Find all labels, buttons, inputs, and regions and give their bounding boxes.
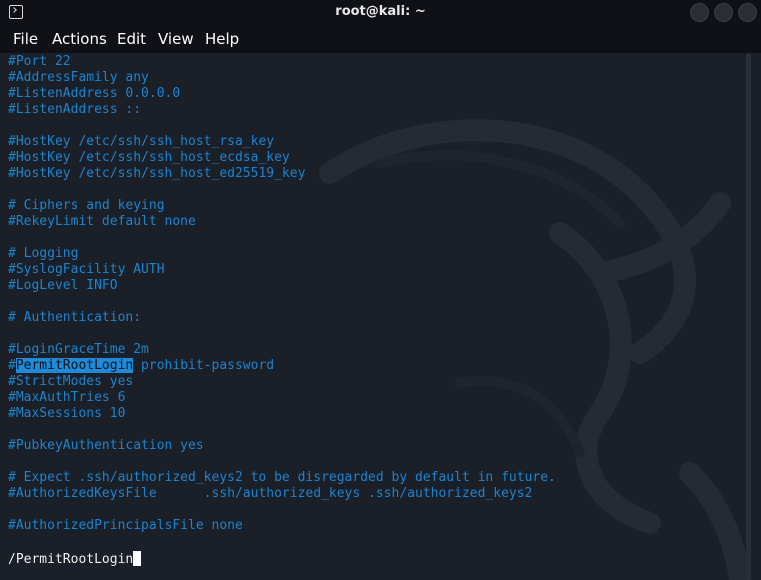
command-text: /PermitRootLogin — [8, 552, 134, 567]
terminal-line: #SyslogFacility AUTH — [8, 262, 165, 277]
line-suffix: prohibit-password — [133, 358, 275, 373]
scrollbar[interactable] — [746, 53, 751, 580]
terminal-line: #ListenAddress :: — [8, 102, 142, 117]
text-cursor — [133, 551, 142, 566]
terminal-line: #LogLevel INFO — [8, 278, 118, 293]
terminal-line: # Logging — [8, 246, 79, 261]
terminal-line: #HostKey /etc/ssh/ssh_host_ecdsa_key — [8, 150, 290, 165]
terminal-line: #AddressFamily any — [8, 70, 149, 85]
menu-actions[interactable]: Actions — [52, 30, 107, 48]
menu-help[interactable]: Help — [205, 30, 239, 48]
search-match-highlight: PermitRootLogin — [15, 358, 134, 373]
terminal-line: #LoginGraceTime 2m — [8, 342, 149, 357]
minimize-button[interactable] — [690, 3, 709, 22]
terminal-area[interactable]: #Port 22 #AddressFamily any #ListenAddress… — [0, 53, 761, 580]
terminal-line: #MaxAuthTries 6 — [8, 390, 126, 405]
terminal-line: #MaxSessions 10 — [8, 406, 126, 421]
menu-edit[interactable]: Edit — [117, 30, 146, 48]
terminal-output: #Port 22 #AddressFamily any #ListenAddress… — [8, 54, 556, 534]
terminal-line: #HostKey /etc/ssh/ssh_host_ed25519_key — [8, 166, 306, 181]
window-title: root@kali: ~ — [335, 4, 426, 19]
terminal-line: #StrictModes yes — [8, 374, 134, 389]
terminal-line: #AuthorizedPrincipalsFile none — [8, 518, 243, 533]
terminal-line: #PubkeyAuthentication yes — [8, 438, 204, 453]
command-line[interactable]: /PermitRootLogin — [8, 551, 142, 568]
terminal-line: #ListenAddress 0.0.0.0 — [8, 86, 181, 101]
title-bar: root@kali: ~ — [0, 0, 761, 25]
terminal-line: # Expect .ssh/authorized_keys2 to be dis… — [8, 470, 556, 485]
terminal-line: # Ciphers and keying — [8, 198, 165, 213]
terminal-line: #AuthorizedKeysFile .ssh/authorized_keys… — [8, 486, 533, 501]
menu-file[interactable]: File — [13, 30, 38, 48]
line-prefix: # — [8, 358, 16, 373]
terminal-line: #Port 22 — [8, 54, 71, 69]
menu-view[interactable]: View — [158, 30, 194, 48]
terminal-line: #HostKey /etc/ssh/ssh_host_rsa_key — [8, 134, 275, 149]
menu-bar: File Actions Edit View Help — [0, 25, 761, 53]
terminal-line: #RekeyLimit default none — [8, 214, 196, 229]
terminal-line: # Authentication: — [8, 310, 142, 325]
terminal-line: #PermitRootLogin prohibit-password — [8, 358, 556, 374]
maximize-button[interactable] — [714, 3, 733, 22]
close-button[interactable] — [738, 3, 757, 22]
